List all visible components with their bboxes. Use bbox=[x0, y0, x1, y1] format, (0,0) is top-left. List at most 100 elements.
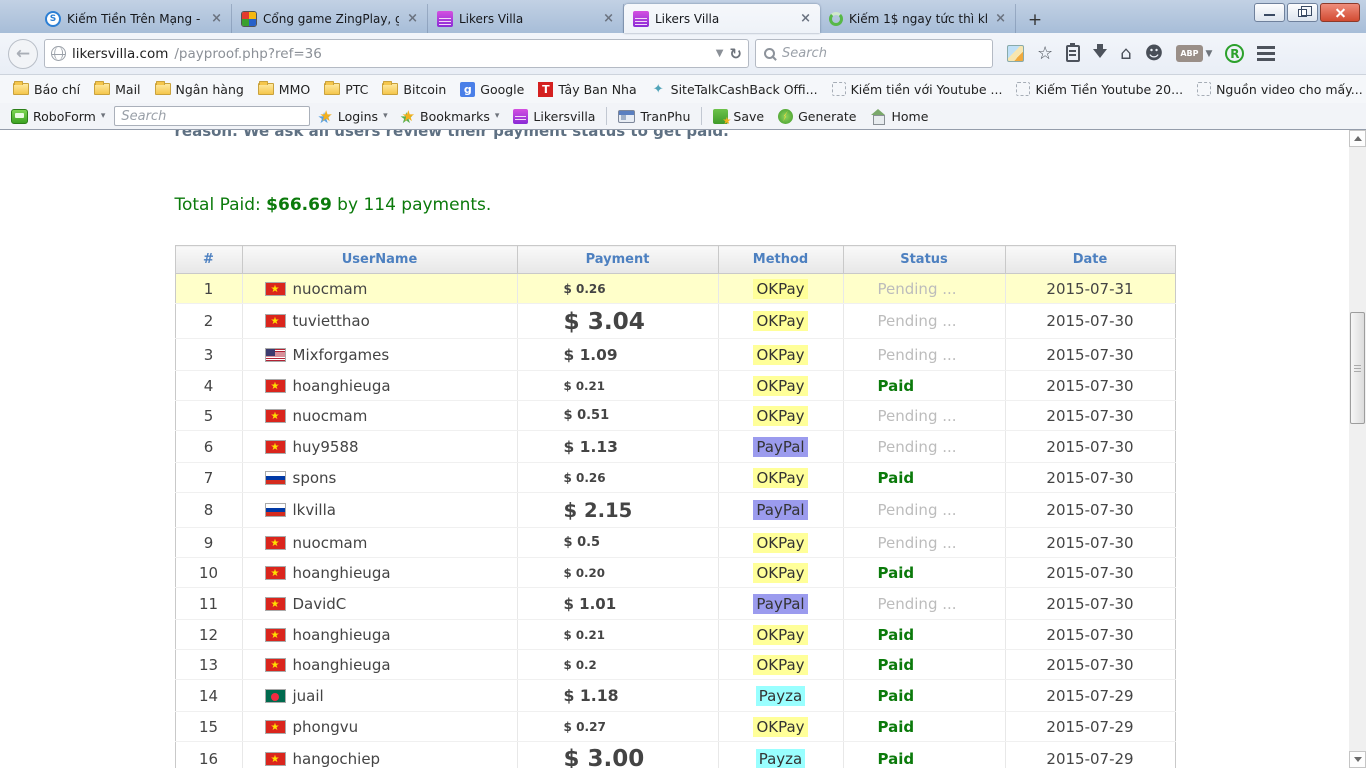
smiley-extension-icon[interactable]: ☻ bbox=[1145, 45, 1164, 63]
payment-amount: $ 0.26 bbox=[517, 274, 718, 304]
payment-method: PayPal bbox=[718, 431, 843, 463]
home-icon[interactable]: ⌂ bbox=[1120, 45, 1131, 63]
vertical-scrollbar[interactable] bbox=[1349, 130, 1366, 768]
bookmark-item[interactable]: PTC bbox=[317, 79, 375, 100]
minimize-button[interactable] bbox=[1254, 3, 1285, 22]
bookmark-label: Kiếm Tiền Youtube 20... bbox=[1035, 82, 1183, 97]
payment-amount: $ 0.5 bbox=[517, 528, 718, 558]
restore-button[interactable] bbox=[1287, 3, 1318, 22]
scroll-down-button[interactable] bbox=[1349, 751, 1366, 768]
column-header[interactable]: Status bbox=[843, 246, 1005, 274]
payment-amount: $ 3.04 bbox=[517, 304, 718, 339]
column-header[interactable]: Date bbox=[1005, 246, 1175, 274]
date-cell: 2015-07-31 bbox=[1005, 274, 1175, 304]
table-row[interactable]: 16★hangochiep$ 3.00PayzaPaid2015-07-29 bbox=[175, 742, 1175, 768]
adblock-button[interactable]: ABP ▼ bbox=[1176, 45, 1212, 62]
tab-close-icon[interactable]: × bbox=[601, 11, 616, 26]
table-row[interactable]: 10★hoanghieuga$ 0.20OKPayPaid2015-07-30 bbox=[175, 558, 1175, 588]
roboform-logins-button[interactable]: ★Logins▾ bbox=[314, 107, 392, 126]
table-row[interactable]: 1★nuocmam$ 0.26OKPayPending ...2015-07-3… bbox=[175, 274, 1175, 304]
bookmark-item[interactable]: Báo chí bbox=[6, 79, 87, 100]
status-text: Paid bbox=[878, 687, 915, 705]
tab-close-icon[interactable]: × bbox=[405, 11, 420, 26]
table-row[interactable]: 8lkvilla$ 2.15PayPalPending ...2015-07-3… bbox=[175, 493, 1175, 528]
table-row[interactable]: 12★hoanghieuga$ 0.21OKPayPaid2015-07-30 bbox=[175, 620, 1175, 650]
table-row[interactable]: 11★DavidC$ 1.01PayPalPending ...2015-07-… bbox=[175, 588, 1175, 620]
username-text: hoanghieuga bbox=[293, 626, 391, 644]
status-text: Paid bbox=[878, 377, 915, 395]
table-row[interactable]: 3Mixforgames$ 1.09OKPayPending ...2015-0… bbox=[175, 339, 1175, 371]
bookmark-item[interactable]: TTây Ban Nha bbox=[531, 79, 643, 100]
column-header[interactable]: # bbox=[175, 246, 242, 274]
bookmark-item[interactable]: MMO bbox=[251, 79, 317, 100]
browser-tab[interactable]: Cổng game ZingPlay, gam...× bbox=[232, 4, 428, 33]
status-text: Pending ... bbox=[878, 501, 957, 519]
back-button[interactable]: ← bbox=[8, 39, 38, 69]
roboform-likersvilla-button[interactable]: Likersvilla bbox=[508, 107, 600, 126]
search-box[interactable]: Search bbox=[755, 39, 993, 68]
browser-tab[interactable]: Likers Villa× bbox=[624, 4, 820, 33]
method-badge: OKPay bbox=[753, 406, 807, 426]
bookmark-item[interactable]: gGoogle bbox=[453, 79, 531, 100]
url-path: /payproof.php?ref=36 bbox=[174, 46, 709, 62]
username-cell: ★nuocmam bbox=[242, 274, 517, 304]
roboform-home-button[interactable]: Home bbox=[865, 107, 933, 126]
table-row[interactable]: 9★nuocmam$ 0.5OKPayPending ...2015-07-30 bbox=[175, 528, 1175, 558]
username-text: phongvu bbox=[293, 718, 359, 736]
browser-tab[interactable]: Likers Villa× bbox=[428, 4, 624, 33]
vn-flag-icon: ★ bbox=[265, 566, 286, 580]
row-number: 12 bbox=[175, 620, 242, 650]
bookmark-item[interactable]: Mail bbox=[87, 79, 147, 100]
bookmark-item[interactable]: Kiếm Tiền Youtube 20... bbox=[1009, 79, 1190, 100]
bookmark-item[interactable]: Ngân hàng bbox=[148, 79, 251, 100]
roboform-tranphu-button[interactable]: TranPhu bbox=[613, 107, 695, 126]
table-row[interactable]: 15★phongvu$ 0.27OKPayPaid2015-07-29 bbox=[175, 712, 1175, 742]
tab-close-icon[interactable]: × bbox=[209, 11, 224, 26]
bookmark-item[interactable]: Kiếm tiền với Youtube ... bbox=[825, 79, 1010, 100]
bookmark-label: Google bbox=[480, 82, 524, 97]
table-row[interactable]: 4★hoanghieuga$ 0.21OKPayPaid2015-07-30 bbox=[175, 371, 1175, 401]
bookmark-item[interactable]: Bitcoin bbox=[375, 79, 453, 100]
table-row[interactable]: 2★tuvietthao$ 3.04OKPayPending ...2015-0… bbox=[175, 304, 1175, 339]
extension-page-icon[interactable] bbox=[1007, 45, 1024, 62]
clipboard-icon[interactable] bbox=[1066, 45, 1080, 62]
tab-close-icon[interactable]: × bbox=[993, 11, 1008, 26]
column-header[interactable]: Method bbox=[718, 246, 843, 274]
status-text: Pending ... bbox=[878, 407, 957, 425]
navigation-toolbar: ← likersvilla.com /payproof.php?ref=36 ▼… bbox=[0, 33, 1366, 75]
username-text: hangochiep bbox=[293, 750, 381, 768]
roboform-search-input[interactable]: Search bbox=[114, 106, 310, 126]
ru-flag-icon bbox=[265, 503, 286, 517]
roboform-bookmarks-button[interactable]: ★Bookmarks▾ bbox=[397, 107, 505, 126]
reload-button[interactable]: ↻ bbox=[729, 45, 742, 63]
roboform-badge-icon[interactable]: R bbox=[1225, 44, 1244, 63]
url-bar[interactable]: likersvilla.com /payproof.php?ref=36 ▼ ↻ bbox=[44, 39, 749, 68]
bookmark-star-icon[interactable]: ☆ bbox=[1037, 45, 1053, 63]
column-header[interactable]: Payment bbox=[517, 246, 718, 274]
column-header[interactable]: UserName bbox=[242, 246, 517, 274]
payment-amount: $ 0.51 bbox=[517, 401, 718, 431]
browser-tab[interactable]: SKiếm Tiền Trên Mạng - Ma...× bbox=[36, 4, 232, 33]
url-history-dropdown[interactable]: ▼ bbox=[716, 48, 724, 59]
roboform-save-button[interactable]: Save bbox=[708, 107, 769, 126]
downloads-icon[interactable] bbox=[1093, 49, 1107, 65]
close-button[interactable] bbox=[1320, 3, 1360, 22]
roboform-roboform-button[interactable]: RoboForm▾ bbox=[6, 107, 110, 126]
roboform-generate-button[interactable]: Generate bbox=[773, 107, 861, 126]
scroll-up-button[interactable] bbox=[1349, 130, 1366, 147]
bookmark-item[interactable]: ✦SiteTalkCashBack Offi... bbox=[644, 79, 825, 100]
table-row[interactable]: 6★huy9588$ 1.13PayPalPending ...2015-07-… bbox=[175, 431, 1175, 463]
browser-tab[interactable]: Kiếm 1$ ngay tức thì khôn...× bbox=[820, 4, 1016, 33]
table-row[interactable]: 14juail$ 1.18PayzaPaid2015-07-29 bbox=[175, 680, 1175, 712]
hamburger-menu-icon[interactable] bbox=[1257, 46, 1275, 61]
payment-amount: $ 0.21 bbox=[517, 620, 718, 650]
scrollbar-thumb[interactable] bbox=[1350, 312, 1365, 424]
table-row[interactable]: 13★hoanghieuga$ 0.2OKPayPaid2015-07-30 bbox=[175, 650, 1175, 680]
tab-close-icon[interactable]: × bbox=[798, 11, 813, 26]
bookmark-item[interactable]: Nguồn video cho mấy... bbox=[1190, 79, 1366, 100]
new-tab-button[interactable]: + bbox=[1020, 7, 1050, 33]
toolbar-separator bbox=[606, 107, 607, 125]
payment-method: OKPay bbox=[718, 620, 843, 650]
table-row[interactable]: 5★nuocmam$ 0.51OKPayPending ...2015-07-3… bbox=[175, 401, 1175, 431]
table-row[interactable]: 7spons$ 0.26OKPayPaid2015-07-30 bbox=[175, 463, 1175, 493]
